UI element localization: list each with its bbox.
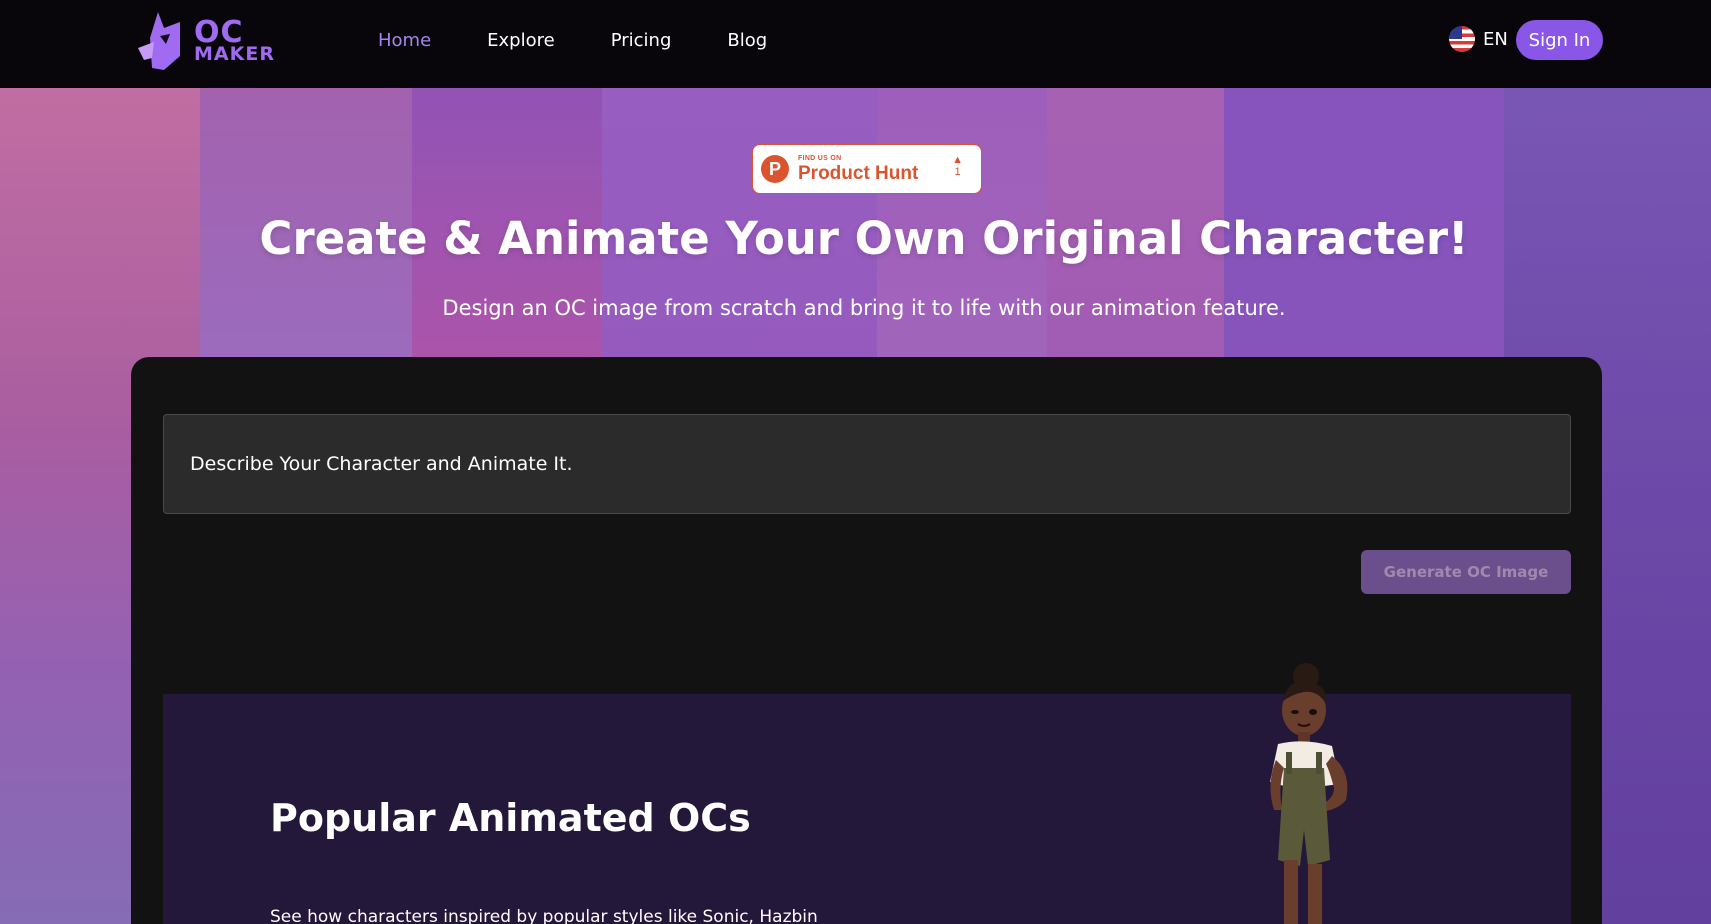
nav-explore[interactable]: Explore (487, 30, 555, 51)
animated-character-image (1270, 663, 1348, 924)
generate-oc-image-button[interactable]: Generate OC Image (1361, 550, 1571, 594)
sign-in-button[interactable]: Sign In (1516, 20, 1603, 60)
badge-big-text: Product Hunt (798, 163, 919, 184)
cat-mask-icon (138, 12, 180, 70)
upvote-count: ▲ 1 (952, 154, 963, 179)
hero-title: Create & Animate Your Own Original Chara… (259, 212, 1469, 265)
badge-small-text: FIND US ON (798, 155, 842, 162)
nav-blog[interactable]: Blog (727, 30, 767, 51)
language-selector[interactable]: EN (1449, 26, 1508, 52)
logo-line-2: MAKER (194, 42, 275, 65)
section-description: See how characters inspired by popular s… (270, 907, 818, 924)
upvote-arrow-icon: ▲ (952, 154, 963, 166)
nav-pricing[interactable]: Pricing (611, 30, 672, 51)
hero-subtitle: Design an OC image from scratch and brin… (442, 296, 1286, 320)
popular-animated-ocs-section: Popular Animated OCs See how characters … (163, 694, 1571, 924)
character-prompt-input[interactable]: Describe Your Character and Animate It. (163, 414, 1571, 514)
product-hunt-icon: P (761, 155, 789, 183)
us-flag-icon (1449, 26, 1475, 52)
generator-card: Describe Your Character and Animate It. … (131, 357, 1602, 924)
logo-line-1: OC (194, 14, 244, 50)
top-navbar: OC MAKER Home Explore Pricing Blog EN Si… (0, 0, 1711, 88)
language-label: EN (1483, 28, 1508, 50)
logo-wordmark: OC MAKER (194, 14, 275, 65)
oc-maker-logo[interactable]: OC MAKER (130, 8, 290, 74)
main-nav: Home Explore Pricing Blog (378, 0, 823, 80)
nav-home[interactable]: Home (378, 30, 431, 51)
product-hunt-badge[interactable]: P FIND US ON Product Hunt ▲ 1 (752, 144, 982, 194)
section-title: Popular Animated OCs (270, 796, 751, 840)
